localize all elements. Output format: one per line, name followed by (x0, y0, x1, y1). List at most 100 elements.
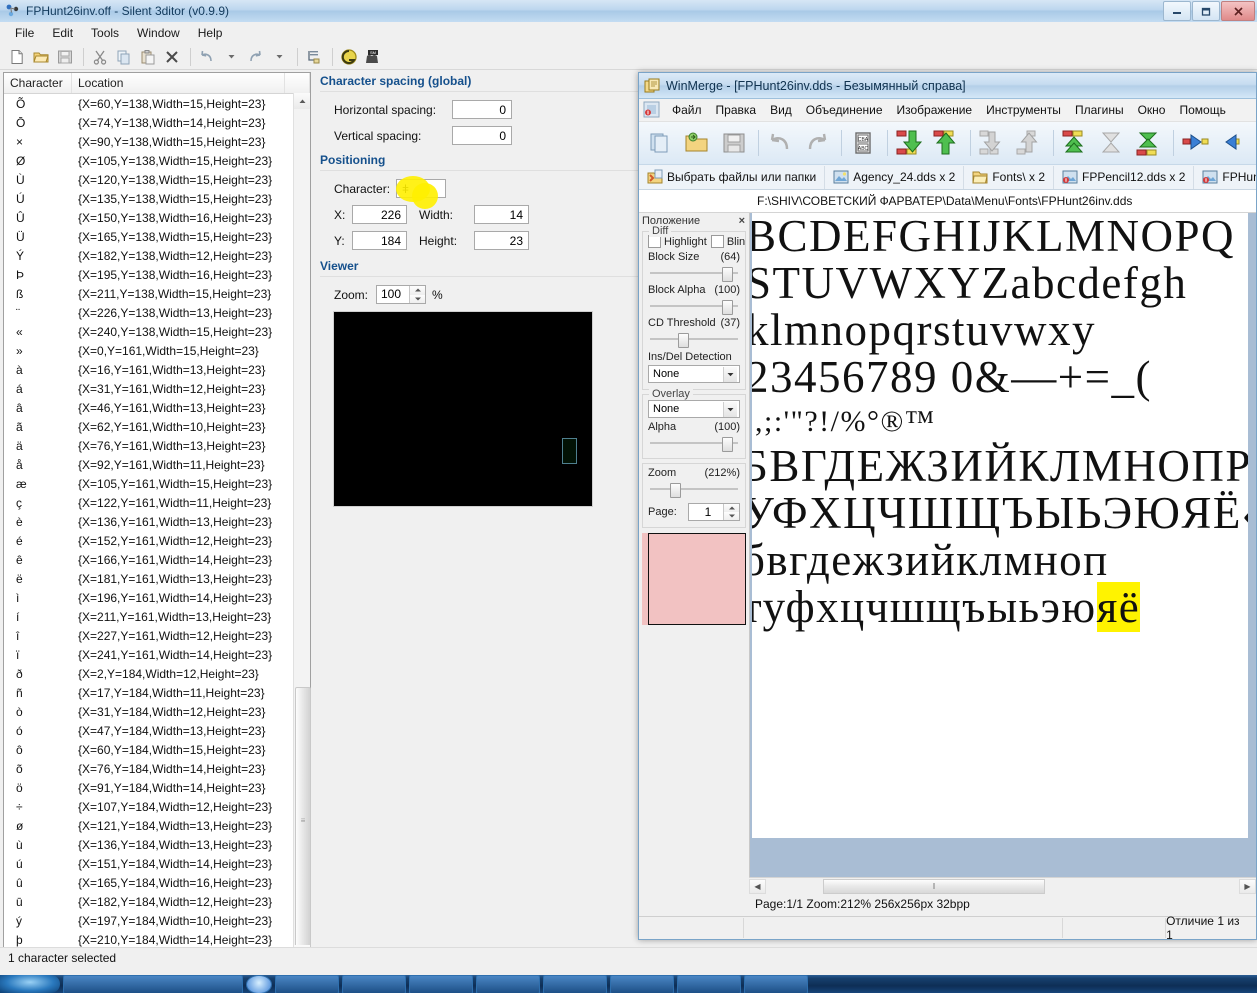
table-row[interactable]: æ {X=105,Y=161,Width=15,Height=23} (4, 474, 310, 493)
generate-icon[interactable] (338, 46, 360, 68)
zoom-down-arrow[interactable] (410, 294, 425, 303)
table-row[interactable]: í {X=211,Y=161,Width=13,Height=23} (4, 607, 310, 626)
menu-edit[interactable]: Edit (43, 23, 82, 43)
wm-menu-edit[interactable]: Правка (709, 100, 764, 120)
tab-agency24[interactable]: Agency_24.dds x 2 (825, 165, 965, 189)
character-viewer[interactable] (333, 311, 593, 507)
column-header-location[interactable]: Location (72, 73, 285, 93)
table-row[interactable]: » {X=0,Y=161,Width=15,Height=23} (4, 341, 310, 360)
menu-window[interactable]: Window (128, 23, 189, 43)
table-row[interactable]: Þ {X=195,Y=138,Width=16,Height=23} (4, 265, 310, 284)
table-row[interactable]: ë {X=181,Y=161,Width=13,Height=23} (4, 569, 310, 588)
table-row[interactable]: ê {X=166,Y=161,Width=14,Height=23} (4, 550, 310, 569)
zoom-stepper[interactable]: 100 (376, 285, 426, 304)
tab-fppencil12[interactable]: FPPencil12.dds x 2 (1054, 165, 1195, 189)
compare-icon[interactable]: CBA ABC (846, 126, 880, 160)
table-row[interactable]: ä {X=76,Y=161,Width=13,Height=23} (4, 436, 310, 455)
taskbar-item-1[interactable] (63, 975, 243, 993)
save-icon[interactable] (717, 126, 751, 160)
wm-menu-view[interactable]: Вид (763, 100, 799, 120)
taskbar-item-2[interactable] (246, 975, 272, 993)
character-list-scrollbar[interactable]: ≡ (293, 93, 311, 961)
width-input[interactable]: 14 (474, 205, 529, 224)
undo-icon[interactable] (196, 46, 218, 68)
page-value[interactable]: 1 (689, 504, 723, 520)
taskbar-item-5[interactable] (409, 975, 473, 993)
slider-thumb[interactable] (670, 483, 682, 498)
close-button[interactable] (1221, 1, 1255, 21)
taskbar-item-3[interactable] (275, 975, 339, 993)
column-header-character[interactable]: Character (4, 73, 72, 93)
table-row[interactable]: î {X=227,Y=161,Width=12,Height=23} (4, 626, 310, 645)
slider-thumb[interactable] (678, 333, 690, 348)
taskbar-item-8[interactable] (610, 975, 674, 993)
table-row[interactable]: × {X=90,Y=138,Width=15,Height=23} (4, 132, 310, 151)
table-row[interactable]: Ø {X=105,Y=138,Width=15,Height=23} (4, 151, 310, 170)
table-row[interactable]: ì {X=196,Y=161,Width=14,Height=23} (4, 588, 310, 607)
list-properties-icon[interactable] (303, 46, 325, 68)
table-row[interactable]: à {X=16,Y=161,Width=13,Height=23} (4, 360, 310, 379)
table-row[interactable]: ó {X=47,Y=184,Width=13,Height=23} (4, 721, 310, 740)
save-icon[interactable] (54, 46, 76, 68)
first-difference-icon[interactable] (1058, 126, 1092, 160)
last-difference-icon[interactable] (1095, 126, 1129, 160)
scroll-right-arrow[interactable]: ▶ (1239, 879, 1256, 894)
copy-all-icon[interactable] (1132, 126, 1166, 160)
zoom-slider[interactable] (648, 481, 740, 498)
open-icon[interactable] (680, 126, 714, 160)
table-row[interactable]: ã {X=62,Y=161,Width=10,Height=23} (4, 417, 310, 436)
y-input[interactable]: 184 (352, 231, 407, 250)
cd-threshold-slider[interactable] (648, 331, 740, 348)
copy-right-down-icon[interactable] (892, 126, 926, 160)
minimize-button[interactable] (1163, 1, 1191, 21)
restore-button[interactable] (1192, 1, 1220, 21)
cut-icon[interactable] (89, 46, 111, 68)
new-file-icon[interactable] (6, 46, 28, 68)
zoom-stepper-arrows[interactable] (409, 286, 425, 303)
close-icon[interactable]: × (739, 215, 745, 227)
plugin-icon[interactable]: SM (362, 46, 384, 68)
taskbar-item-10[interactable] (744, 975, 808, 993)
taskbar-item-7[interactable] (543, 975, 607, 993)
delete-icon[interactable] (161, 46, 183, 68)
table-row[interactable]: Õ {X=60,Y=138,Width=15,Height=23} (4, 94, 310, 113)
block-alpha-slider[interactable] (648, 298, 740, 315)
redo-icon[interactable] (800, 126, 834, 160)
taskbar-item-6[interactable] (476, 975, 540, 993)
table-row[interactable]: ø {X=121,Y=184,Width=13,Height=23} (4, 816, 310, 835)
tab-fonts-folder[interactable]: Fonts\ x 2 (964, 165, 1055, 189)
table-row[interactable]: ç {X=122,Y=161,Width=11,Height=23} (4, 493, 310, 512)
table-row[interactable]: ï {X=241,Y=161,Width=14,Height=23} (4, 645, 310, 664)
alpha-slider[interactable] (648, 435, 740, 452)
hscrollbar-thumb[interactable]: ‖ (823, 879, 1045, 894)
start-orb[interactable] (0, 975, 60, 993)
page-down-arrow[interactable] (724, 512, 739, 520)
vertical-spacing-input[interactable]: 0 (452, 126, 512, 145)
wm-menu-tools[interactable]: Инструменты (979, 100, 1068, 120)
page-stepper-arrows[interactable] (723, 504, 739, 520)
next-difference-icon[interactable] (975, 126, 1009, 160)
zoom-value[interactable]: 100 (377, 286, 409, 303)
table-row[interactable]: Û {X=150,Y=138,Width=16,Height=23} (4, 208, 310, 227)
table-row[interactable]: ð {X=2,Y=184,Width=12,Height=23} (4, 664, 310, 683)
open-folder-icon[interactable] (30, 46, 52, 68)
overview-thumbnail[interactable] (642, 533, 746, 625)
table-row[interactable]: û {X=165,Y=184,Width=16,Height=23} (4, 873, 310, 892)
taskbar-item-9[interactable] (677, 975, 741, 993)
menu-help[interactable]: Help (189, 23, 232, 43)
paste-icon[interactable] (137, 46, 159, 68)
x-input[interactable]: 226 (352, 205, 407, 224)
horizontal-spacing-input[interactable]: 0 (452, 100, 512, 119)
table-row[interactable]: å {X=92,Y=161,Width=11,Height=23} (4, 455, 310, 474)
wm-menu-merge[interactable]: Объединение (799, 100, 890, 120)
font-image[interactable]: BCDEFGHIJKLMNOPQ STUVWXYZabcdefgh klmnopqr… (752, 213, 1248, 838)
table-row[interactable]: è {X=136,Y=161,Width=13,Height=23} (4, 512, 310, 531)
taskbar-item-4[interactable] (342, 975, 406, 993)
table-row[interactable]: Ú {X=135,Y=138,Width=15,Height=23} (4, 189, 310, 208)
table-row[interactable]: ß {X=211,Y=138,Width=15,Height=23} (4, 284, 310, 303)
table-row[interactable]: á {X=31,Y=161,Width=12,Height=23} (4, 379, 310, 398)
image-compare-pane[interactable]: BCDEFGHIJKLMNOPQ STUVWXYZabcdefgh klmnopqr… (750, 213, 1256, 903)
table-row[interactable]: ô {X=60,Y=184,Width=15,Height=23} (4, 740, 310, 759)
table-row[interactable]: õ {X=76,Y=184,Width=14,Height=23} (4, 759, 310, 778)
chevron-down-icon[interactable] (723, 401, 737, 417)
